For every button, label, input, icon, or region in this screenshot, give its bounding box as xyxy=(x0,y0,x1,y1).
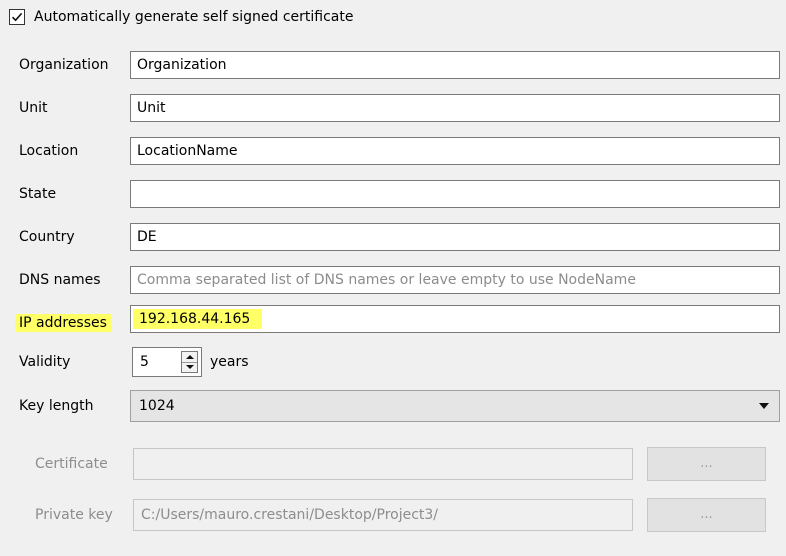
chevron-down-icon xyxy=(759,403,769,409)
state-input[interactable] xyxy=(130,180,780,208)
unit-label: Unit xyxy=(19,100,48,116)
organization-label: Organization xyxy=(19,57,109,73)
country-input[interactable]: DE xyxy=(130,223,780,251)
private-key-browse-button[interactable]: ... xyxy=(647,498,766,532)
certificate-label: Certificate xyxy=(35,456,108,472)
ip-addresses-value: 192.168.44.165 xyxy=(133,309,263,329)
spin-buttons xyxy=(181,351,198,373)
auto-cert-checkbox[interactable] xyxy=(9,9,25,25)
ip-addresses-label: IP addresses xyxy=(15,314,111,332)
key-length-value: 1024 xyxy=(139,398,175,414)
location-label: Location xyxy=(19,143,79,159)
organization-input[interactable]: Organization xyxy=(130,51,780,79)
ip-addresses-input[interactable]: 192.168.44.165 xyxy=(130,305,780,333)
validity-unit: years xyxy=(210,354,249,370)
private-key-input[interactable]: C:/Users/mauro.crestani/Desktop/Project3… xyxy=(133,499,633,531)
validity-spinbox[interactable]: 5 xyxy=(132,347,202,377)
dns-names-input[interactable]: Comma separated list of DNS names or lea… xyxy=(130,266,780,294)
check-icon xyxy=(11,12,23,22)
spin-down-icon[interactable] xyxy=(182,362,197,372)
location-input[interactable]: LocationName xyxy=(130,137,780,165)
certificate-input[interactable] xyxy=(133,448,633,480)
certificate-browse-button[interactable]: ... xyxy=(647,447,766,481)
unit-input[interactable]: Unit xyxy=(130,94,780,122)
validity-value: 5 xyxy=(140,354,149,370)
validity-label: Validity xyxy=(19,354,71,370)
dns-names-label: DNS names xyxy=(19,272,101,288)
ip-addresses-label-wrap: IP addresses xyxy=(15,313,111,333)
auto-cert-label: Automatically generate self signed certi… xyxy=(34,9,354,25)
country-label: Country xyxy=(19,229,75,245)
key-length-label: Key length xyxy=(19,398,94,414)
private-key-label: Private key xyxy=(35,507,113,523)
key-length-select[interactable]: 1024 xyxy=(130,390,780,422)
state-label: State xyxy=(19,186,57,202)
